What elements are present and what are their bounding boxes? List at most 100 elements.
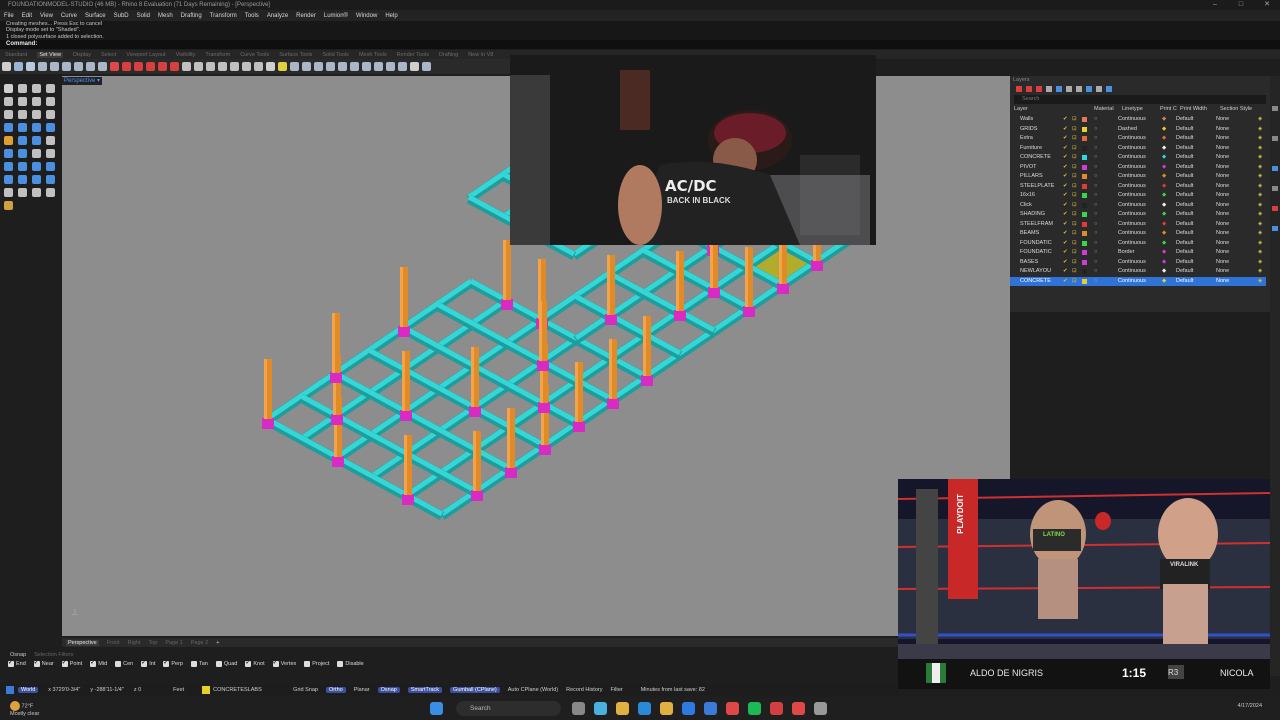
pillar-base[interactable]	[332, 456, 344, 467]
layer-section-style[interactable]: None	[1216, 153, 1229, 163]
layer-current-icon[interactable]: ✔	[1063, 144, 1068, 154]
layer-search-input[interactable]: Search	[1014, 95, 1266, 104]
layer-print-width[interactable]: Default	[1176, 182, 1193, 192]
checkbox-icon[interactable]	[141, 659, 148, 667]
osnap-disable[interactable]: Disable	[337, 661, 364, 667]
layer-name[interactable]: PIVOT	[1020, 163, 1037, 173]
layer-print-width[interactable]: Default	[1176, 134, 1193, 144]
print-color-icon[interactable]: ◆	[1162, 153, 1166, 163]
fillet-icon[interactable]	[46, 136, 55, 145]
zoom-target-icon[interactable]	[97, 62, 107, 71]
layer-section-style[interactable]: None	[1216, 258, 1229, 268]
osnap-tan[interactable]: Tan	[190, 661, 208, 667]
layer-row-icon[interactable]: ◈	[1258, 229, 1262, 239]
viewport-icon[interactable]	[313, 62, 323, 71]
checkbox-icon[interactable]	[190, 661, 197, 667]
pillar-base[interactable]	[811, 260, 823, 271]
layer-name[interactable]: STEELPLATE	[1020, 182, 1054, 192]
pillar-base[interactable]	[537, 360, 549, 371]
pillar-base[interactable]	[743, 306, 755, 317]
osnap-int[interactable]: Int	[141, 659, 155, 667]
weather-widget[interactable]: 72°F Mostly clear	[10, 701, 39, 718]
layer-color-swatch[interactable]	[1082, 136, 1087, 141]
layer-section-style[interactable]: None	[1216, 163, 1229, 173]
lock-icon[interactable]: ⊡	[1072, 191, 1077, 201]
analyze-icon[interactable]	[4, 201, 13, 210]
lock-icon[interactable]: ⊡	[1072, 248, 1077, 258]
tab-right[interactable]: Right	[128, 640, 141, 646]
lock-icon[interactable]: ⊡	[1072, 134, 1077, 144]
cylinder-icon[interactable]	[18, 136, 27, 145]
material-icon[interactable]: ○	[1094, 144, 1097, 154]
pillar-base[interactable]	[573, 421, 585, 432]
material-icon[interactable]: ○	[1094, 267, 1097, 277]
layer-color-swatch[interactable]	[1082, 126, 1087, 132]
material-icon[interactable]: ○	[1094, 210, 1097, 220]
layer-linetype[interactable]: Continuous	[1118, 220, 1146, 230]
walkabout-icon[interactable]	[373, 62, 383, 71]
boolean-diff-icon[interactable]	[18, 149, 27, 158]
checkbox-icon[interactable]	[90, 659, 97, 667]
layer-row-icon[interactable]: ◈	[1258, 277, 1262, 287]
layer-name[interactable]: PILLARS	[1020, 172, 1043, 182]
spotify-icon[interactable]	[748, 702, 761, 715]
osnap-mid[interactable]: Mid	[90, 659, 107, 667]
tab-front[interactable]: Front	[107, 640, 120, 646]
pillar-base[interactable]	[471, 490, 483, 501]
layer-section-style[interactable]: None	[1216, 277, 1229, 287]
layer-row-icon[interactable]: ◈	[1258, 144, 1262, 154]
file-explorer-icon[interactable]	[616, 702, 629, 715]
ellipse-icon[interactable]	[4, 110, 13, 119]
pillar-highlight[interactable]	[539, 301, 542, 361]
menu-view[interactable]: View	[40, 13, 53, 19]
layer-name[interactable]: Furniture	[1020, 144, 1042, 154]
perspective-view-icon[interactable]	[169, 62, 179, 71]
print-color-icon[interactable]: ◆	[1162, 182, 1166, 192]
layer-linetype[interactable]: Continuous	[1118, 201, 1146, 211]
menu-mesh[interactable]: Mesh	[158, 13, 173, 19]
material-icon[interactable]: ○	[1094, 163, 1097, 173]
layer-row-icon[interactable]: ◈	[1258, 125, 1262, 135]
layer-row-icon[interactable]: ◈	[1258, 163, 1262, 173]
toggle-ortho[interactable]: Ortho	[325, 686, 346, 693]
layer-name[interactable]: 16x16	[1020, 191, 1035, 201]
layer-color-swatch[interactable]	[1082, 202, 1087, 208]
print-color-icon[interactable]: ◆	[1162, 115, 1166, 125]
lock-icon[interactable]: ⊡	[1072, 258, 1077, 268]
pillar-highlight[interactable]	[402, 351, 405, 411]
layer-color-swatch[interactable]	[1082, 278, 1087, 284]
layer-linetype[interactable]: Continuous	[1118, 267, 1146, 277]
material-icon[interactable]: ○	[1094, 229, 1097, 239]
layer-color-swatch[interactable]	[1082, 174, 1087, 179]
layer-color-swatch[interactable]	[1082, 145, 1087, 151]
select-icon[interactable]	[4, 84, 13, 93]
layer-row[interactable]: PILLARS ✔ ⊡ ○ Continuous ◆ Default None ◈	[1010, 172, 1266, 182]
layer-row[interactable]: SHADING ✔ ⊡ ○ Continuous ◆ Default None ◈	[1010, 210, 1266, 220]
layer-row[interactable]: Extra ✔ ⊡ ○ Continuous ◆ Default None ◈	[1010, 134, 1266, 144]
pillar-highlight[interactable]	[473, 431, 476, 491]
checkbox-icon[interactable]	[272, 659, 279, 667]
menu-curve[interactable]: Curve	[61, 13, 77, 19]
clipping-plane-icon[interactable]	[349, 62, 359, 71]
cplane-origin-icon[interactable]	[193, 62, 203, 71]
undo-view-icon[interactable]	[73, 62, 83, 71]
move-up-icon[interactable]	[1046, 86, 1052, 92]
camera-icon[interactable]	[301, 62, 311, 71]
cplane-world[interactable]: World	[18, 686, 39, 693]
concrete-beam-top[interactable]	[265, 416, 444, 517]
taskbar-search-input[interactable]: Search	[456, 701, 561, 716]
layer-linetype[interactable]: Continuous	[1118, 163, 1146, 173]
tab-curve-tools[interactable]: Curve Tools	[240, 52, 269, 58]
col-material[interactable]: Material	[1094, 105, 1114, 115]
layer-current-icon[interactable]: ✔	[1063, 248, 1068, 258]
layer-linetype[interactable]: Continuous	[1118, 134, 1146, 144]
layer-print-width[interactable]: Default	[1176, 172, 1193, 182]
pillar-base[interactable]	[777, 283, 789, 294]
filter-icon[interactable]	[1076, 86, 1082, 92]
tab-viewport-layout[interactable]: Viewport Layout	[126, 52, 165, 58]
layer-current-icon[interactable]: ✔	[1063, 153, 1068, 163]
layer-print-width[interactable]: Default	[1176, 153, 1193, 163]
material-icon[interactable]: ○	[1094, 125, 1097, 135]
pillar-base[interactable]	[505, 467, 517, 478]
layer-current-icon[interactable]: ✔	[1063, 191, 1068, 201]
